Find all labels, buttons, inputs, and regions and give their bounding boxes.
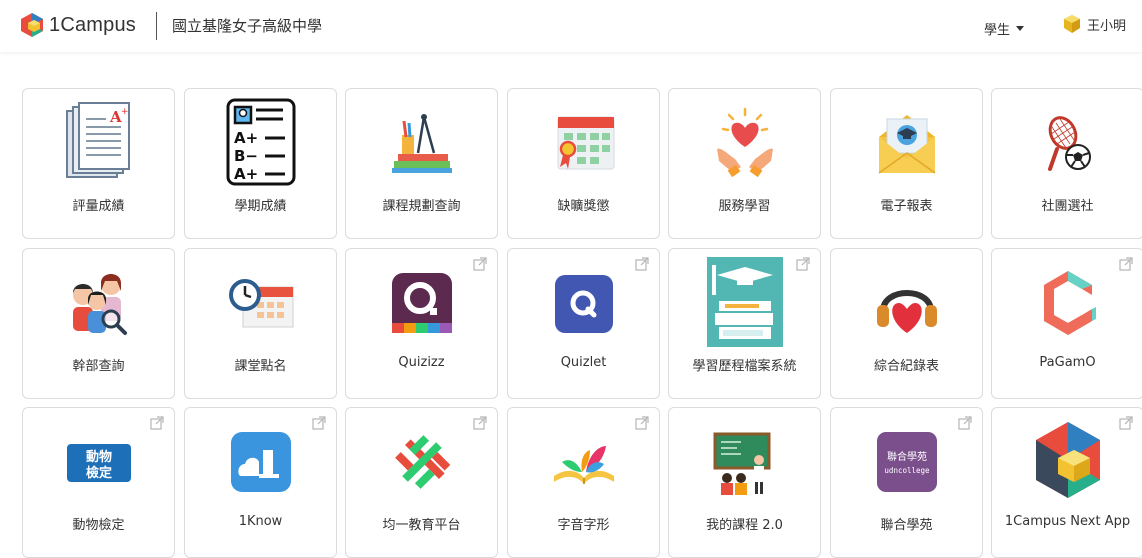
hands-heart-icon <box>707 97 783 187</box>
udn-logo-title: 聯合學苑 <box>887 450 927 463</box>
app-tile-18[interactable]: 字音字形 <box>507 407 660 558</box>
animal-test-logo-text-bottom: 檢定 <box>85 465 111 481</box>
quizlet-logo-icon <box>546 257 622 347</box>
portfolio-books-icon <box>706 257 783 347</box>
udncollege-logo-icon: 聯合學苑 udncollege <box>869 416 945 506</box>
external-link-icon <box>1119 416 1133 430</box>
app-tile-label: 1Know <box>238 514 283 529</box>
grade-sheet-icon: A+ B− A+ <box>223 97 299 187</box>
grade-line-2: B− <box>234 147 258 165</box>
app-tile-label: 我的課程 2.0 <box>706 518 783 533</box>
app-tile-6[interactable]: 電子報表 <box>830 88 983 239</box>
1campus-logo-icon <box>21 13 43 37</box>
grade-line-1: A+ <box>234 129 258 147</box>
external-link-icon <box>796 257 810 271</box>
role-label: 學生 <box>984 23 1011 38</box>
external-link-icon <box>473 416 487 430</box>
calendar-medal-icon <box>546 97 622 187</box>
app-tile-21[interactable]: 1Campus Next App <box>991 407 1142 558</box>
app-tile-15[interactable]: 動物 檢定 動物檢定 <box>22 407 175 558</box>
envelope-mortarboard-icon <box>869 97 945 187</box>
app-tile-2[interactable]: A+ B− A+ 學期成績 <box>184 88 337 239</box>
app-tile-7[interactable]: 社團選社 <box>991 88 1142 239</box>
app-tile-4[interactable]: 缺曠獎懲 <box>507 88 660 239</box>
app-tile-5[interactable]: 服務學習 <box>668 88 821 239</box>
books-pencils-icon <box>384 97 460 187</box>
app-tile-14[interactable]: PaGamO <box>991 248 1142 399</box>
racket-ball-icon <box>1030 97 1106 187</box>
app-tile-label: 服務學習 <box>718 199 771 214</box>
people-search-icon <box>61 257 137 347</box>
brand-logo[interactable]: 1Campus <box>20 12 136 38</box>
svg-text:+: + <box>121 107 129 117</box>
app-tile-11[interactable]: Quizlet <box>507 248 660 399</box>
app-tile-label: 學期成績 <box>234 199 287 214</box>
external-link-icon <box>958 416 972 430</box>
app-tile-label: 課程規劃查詢 <box>382 199 461 214</box>
app-tile-label: 綜合紀錄表 <box>873 359 939 374</box>
app-tile-label: 字音字形 <box>557 518 610 533</box>
app-tile-8[interactable]: 幹部查詢 <box>22 248 175 399</box>
header-divider <box>156 12 157 40</box>
external-link-icon <box>635 416 649 430</box>
app-tile-3[interactable]: 課程規劃查詢 <box>345 88 498 239</box>
headphones-heart-icon <box>869 257 945 347</box>
junyi-logo-icon <box>384 416 460 506</box>
app-tile-label: 動物檢定 <box>72 518 125 533</box>
top-navbar: 1Campus 國立基隆女子高級中學 學生 王小明 <box>0 0 1142 52</box>
user-name: 王小明 <box>1087 18 1127 34</box>
app-tile-label: 1Campus Next App <box>1004 514 1131 529</box>
classroom-teacher-icon <box>707 416 783 506</box>
app-tile-label: 電子報表 <box>880 199 933 214</box>
caret-down-icon <box>1016 26 1025 31</box>
external-link-icon <box>473 257 487 271</box>
quizizz-logo-icon <box>384 257 460 347</box>
1campus-next-logo-icon <box>1030 416 1106 506</box>
app-tile-label: 缺曠獎懲 <box>557 199 610 214</box>
app-tile-20[interactable]: 聯合學苑 udncollege 聯合學苑 <box>830 407 983 558</box>
app-tile-label: 幹部查詢 <box>72 359 125 374</box>
app-tile-17[interactable]: 均一教育平台 <box>345 407 498 558</box>
open-book-leaves-icon <box>546 416 622 506</box>
app-tile-label: 均一教育平台 <box>382 518 461 533</box>
app-tile-13[interactable]: 綜合紀錄表 <box>830 248 983 399</box>
brand-name: 1Campus <box>49 13 136 36</box>
report-pages-icon: A + <box>61 97 137 187</box>
role-dropdown[interactable]: 學生 <box>984 19 1025 38</box>
external-link-icon <box>1119 257 1133 271</box>
clock-calendar-icon <box>223 257 299 347</box>
app-tile-label: 聯合學苑 <box>880 518 933 533</box>
udn-logo-subtitle: udncollege <box>884 466 930 475</box>
external-link-icon <box>635 257 649 271</box>
app-tile-label: Quizizz <box>398 355 445 370</box>
1know-logo-icon <box>223 416 299 506</box>
external-link-icon <box>312 416 326 430</box>
user-menu[interactable]: 王小明 <box>1062 14 1126 34</box>
app-tile-1[interactable]: A + 評量成績 <box>22 88 175 239</box>
app-tile-label: 課堂點名 <box>234 359 287 374</box>
school-name: 國立基隆女子高級中學 <box>172 17 323 35</box>
app-tile-9[interactable]: 課堂點名 <box>184 248 337 399</box>
app-tile-label: 評量成績 <box>72 199 125 214</box>
app-tile-label: 學習歷程檔案系統 <box>692 359 797 374</box>
app-tile-label: PaGamO <box>1039 355 1096 370</box>
app-tile-19[interactable]: 我的課程 2.0 <box>668 407 821 558</box>
app-tile-10[interactable]: Quizizz <box>345 248 498 399</box>
app-tile-12[interactable]: 學習歷程檔案系統 <box>668 248 821 399</box>
external-link-icon <box>150 416 164 430</box>
animal-test-logo-text-top: 動物 <box>85 449 111 465</box>
avatar-cube-icon <box>1064 15 1080 33</box>
grade-line-3: A+ <box>234 165 258 183</box>
app-tile-16[interactable]: 1Know <box>184 407 337 558</box>
animal-test-logo-icon: 動物 檢定 <box>61 416 137 506</box>
pagamo-logo-icon <box>1030 257 1106 347</box>
app-tile-label: 社團選社 <box>1041 199 1094 214</box>
app-tile-label: Quizlet <box>560 355 607 370</box>
